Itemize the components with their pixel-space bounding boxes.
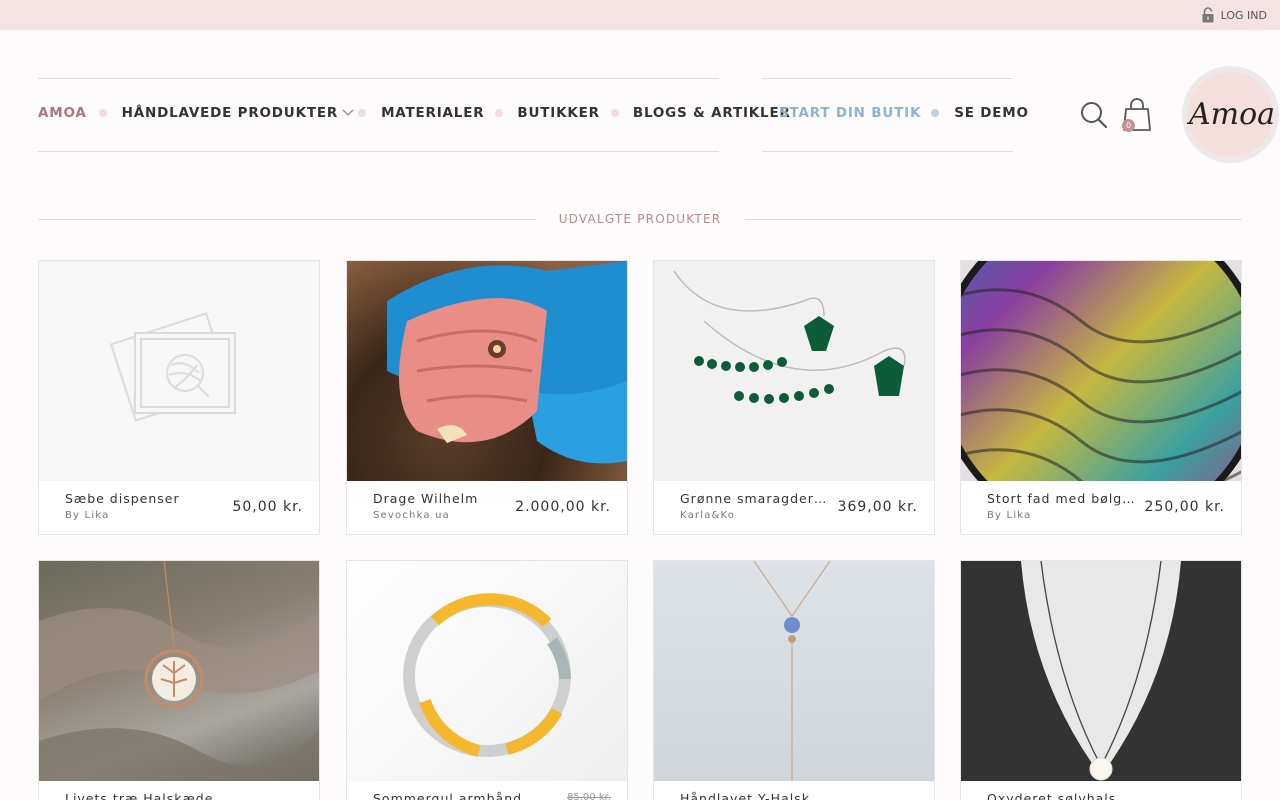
nav-item-materials[interactable]: MATERIALER <box>381 105 484 121</box>
product-image <box>347 561 627 781</box>
cart-count-badge: 0 <box>1122 119 1135 132</box>
product-image <box>347 261 627 481</box>
product-name: Livets træ Halskæde <box>65 791 214 800</box>
product-card[interactable]: Livets træ Halskæde <box>38 560 320 800</box>
search-icon[interactable] <box>1080 101 1108 129</box>
product-price: 2.000,00 kr. <box>515 499 611 515</box>
wave-plate-image <box>961 261 1241 481</box>
product-name: Håndlavet Y-Halskæd <box>680 791 830 800</box>
side-nav-bottom-line <box>762 151 1013 152</box>
product-price: 50,00 kr. <box>232 499 303 515</box>
nav-item-amoa[interactable]: AMOA <box>38 105 87 121</box>
logo-script: Amoa <box>1186 97 1275 132</box>
lock-icon <box>1202 7 1214 23</box>
nav-separator-dot <box>931 109 940 117</box>
tree-of-life-necklace-image <box>39 561 319 781</box>
product-image <box>961 561 1241 781</box>
product-image <box>654 261 934 481</box>
product-image <box>961 261 1241 481</box>
product-image-placeholder <box>39 261 319 481</box>
product-shop[interactable]: Karla&Ko <box>680 510 735 521</box>
product-card[interactable]: Sommergul armbånd 85,00 kr. <box>346 560 628 800</box>
nav-item-blogs[interactable]: BLOGS & ARTIKLER <box>633 105 791 121</box>
top-bar: LOG IND <box>0 0 1280 30</box>
product-card[interactable]: Stort fad med bølge… By Lika 250,00 kr. <box>960 260 1242 535</box>
product-shop[interactable]: By Lika <box>987 510 1031 521</box>
product-image <box>39 561 319 781</box>
product-name: Sæbe dispenser <box>65 491 180 506</box>
nav-separator-dot <box>495 109 504 117</box>
nav-item-shops[interactable]: BUTIKKER <box>517 105 599 121</box>
product-name: Sommergul armbånd <box>373 791 523 800</box>
side-nav: START DIN BUTIK SE DEMO <box>779 105 1029 121</box>
earrings-image <box>673 270 906 404</box>
main-nav: AMOA HÅNDLAVEDE PRODUKTER MATERIALER BUT… <box>38 105 791 121</box>
product-name: Drage Wilhelm <box>373 491 479 506</box>
product-old-price: 85,00 kr. <box>567 792 611 800</box>
product-shop[interactable]: By Lika <box>65 510 109 521</box>
product-card[interactable]: Oxyderet sølvhalskæ <box>960 560 1242 800</box>
product-card[interactable]: Grønne smaragder p… Karla&Ko 369,00 kr. <box>653 260 935 535</box>
y-necklace-image <box>753 561 831 781</box>
product-name: Oxyderet sølvhalskæ <box>987 791 1137 800</box>
nav-separator-dot <box>358 109 367 117</box>
login-link[interactable]: LOG IND <box>1201 7 1267 23</box>
start-shop-link[interactable]: START DIN BUTIK <box>779 105 921 121</box>
nav-separator-dot <box>98 109 107 117</box>
section-title: UDVALGTE PRODUKTER <box>558 212 722 226</box>
product-image <box>654 561 934 781</box>
login-label: LOG IND <box>1220 8 1267 22</box>
main-nav-bottom-line <box>38 151 719 152</box>
product-price: 369,00 kr. <box>837 499 918 515</box>
chevron-down-icon <box>342 109 354 116</box>
dragon-image <box>387 261 627 464</box>
nav-item-handmade-products[interactable]: HÅNDLAVEDE PRODUKTER <box>122 105 354 121</box>
product-card[interactable]: Drage Wilhelm Sevochka ua 2.000,00 kr. <box>346 260 628 535</box>
oxidized-silver-necklace-image <box>1021 561 1181 781</box>
product-name: Grønne smaragder p… <box>680 491 830 506</box>
side-nav-top-line <box>762 78 1013 79</box>
product-card[interactable]: Sæbe dispenser By Lika 50,00 kr. <box>38 260 320 535</box>
placeholder-image-icon <box>109 312 236 422</box>
product-price: 250,00 kr. <box>1144 499 1225 515</box>
see-demo-link[interactable]: SE DEMO <box>954 105 1029 121</box>
bracelet-image <box>403 593 571 757</box>
main-nav-top-line <box>38 78 719 79</box>
product-card[interactable]: Håndlavet Y-Halskæd <box>653 560 935 800</box>
logo-text: Amoa <box>1186 97 1275 132</box>
product-name: Stort fad med bølge… <box>987 491 1137 506</box>
nav-separator-dot <box>610 109 619 117</box>
product-shop[interactable]: Sevochka ua <box>373 510 450 521</box>
amoa-logo[interactable]: Amoa <box>1182 66 1279 163</box>
nav-item-handmade-label: HÅNDLAVEDE PRODUKTER <box>121 105 339 121</box>
